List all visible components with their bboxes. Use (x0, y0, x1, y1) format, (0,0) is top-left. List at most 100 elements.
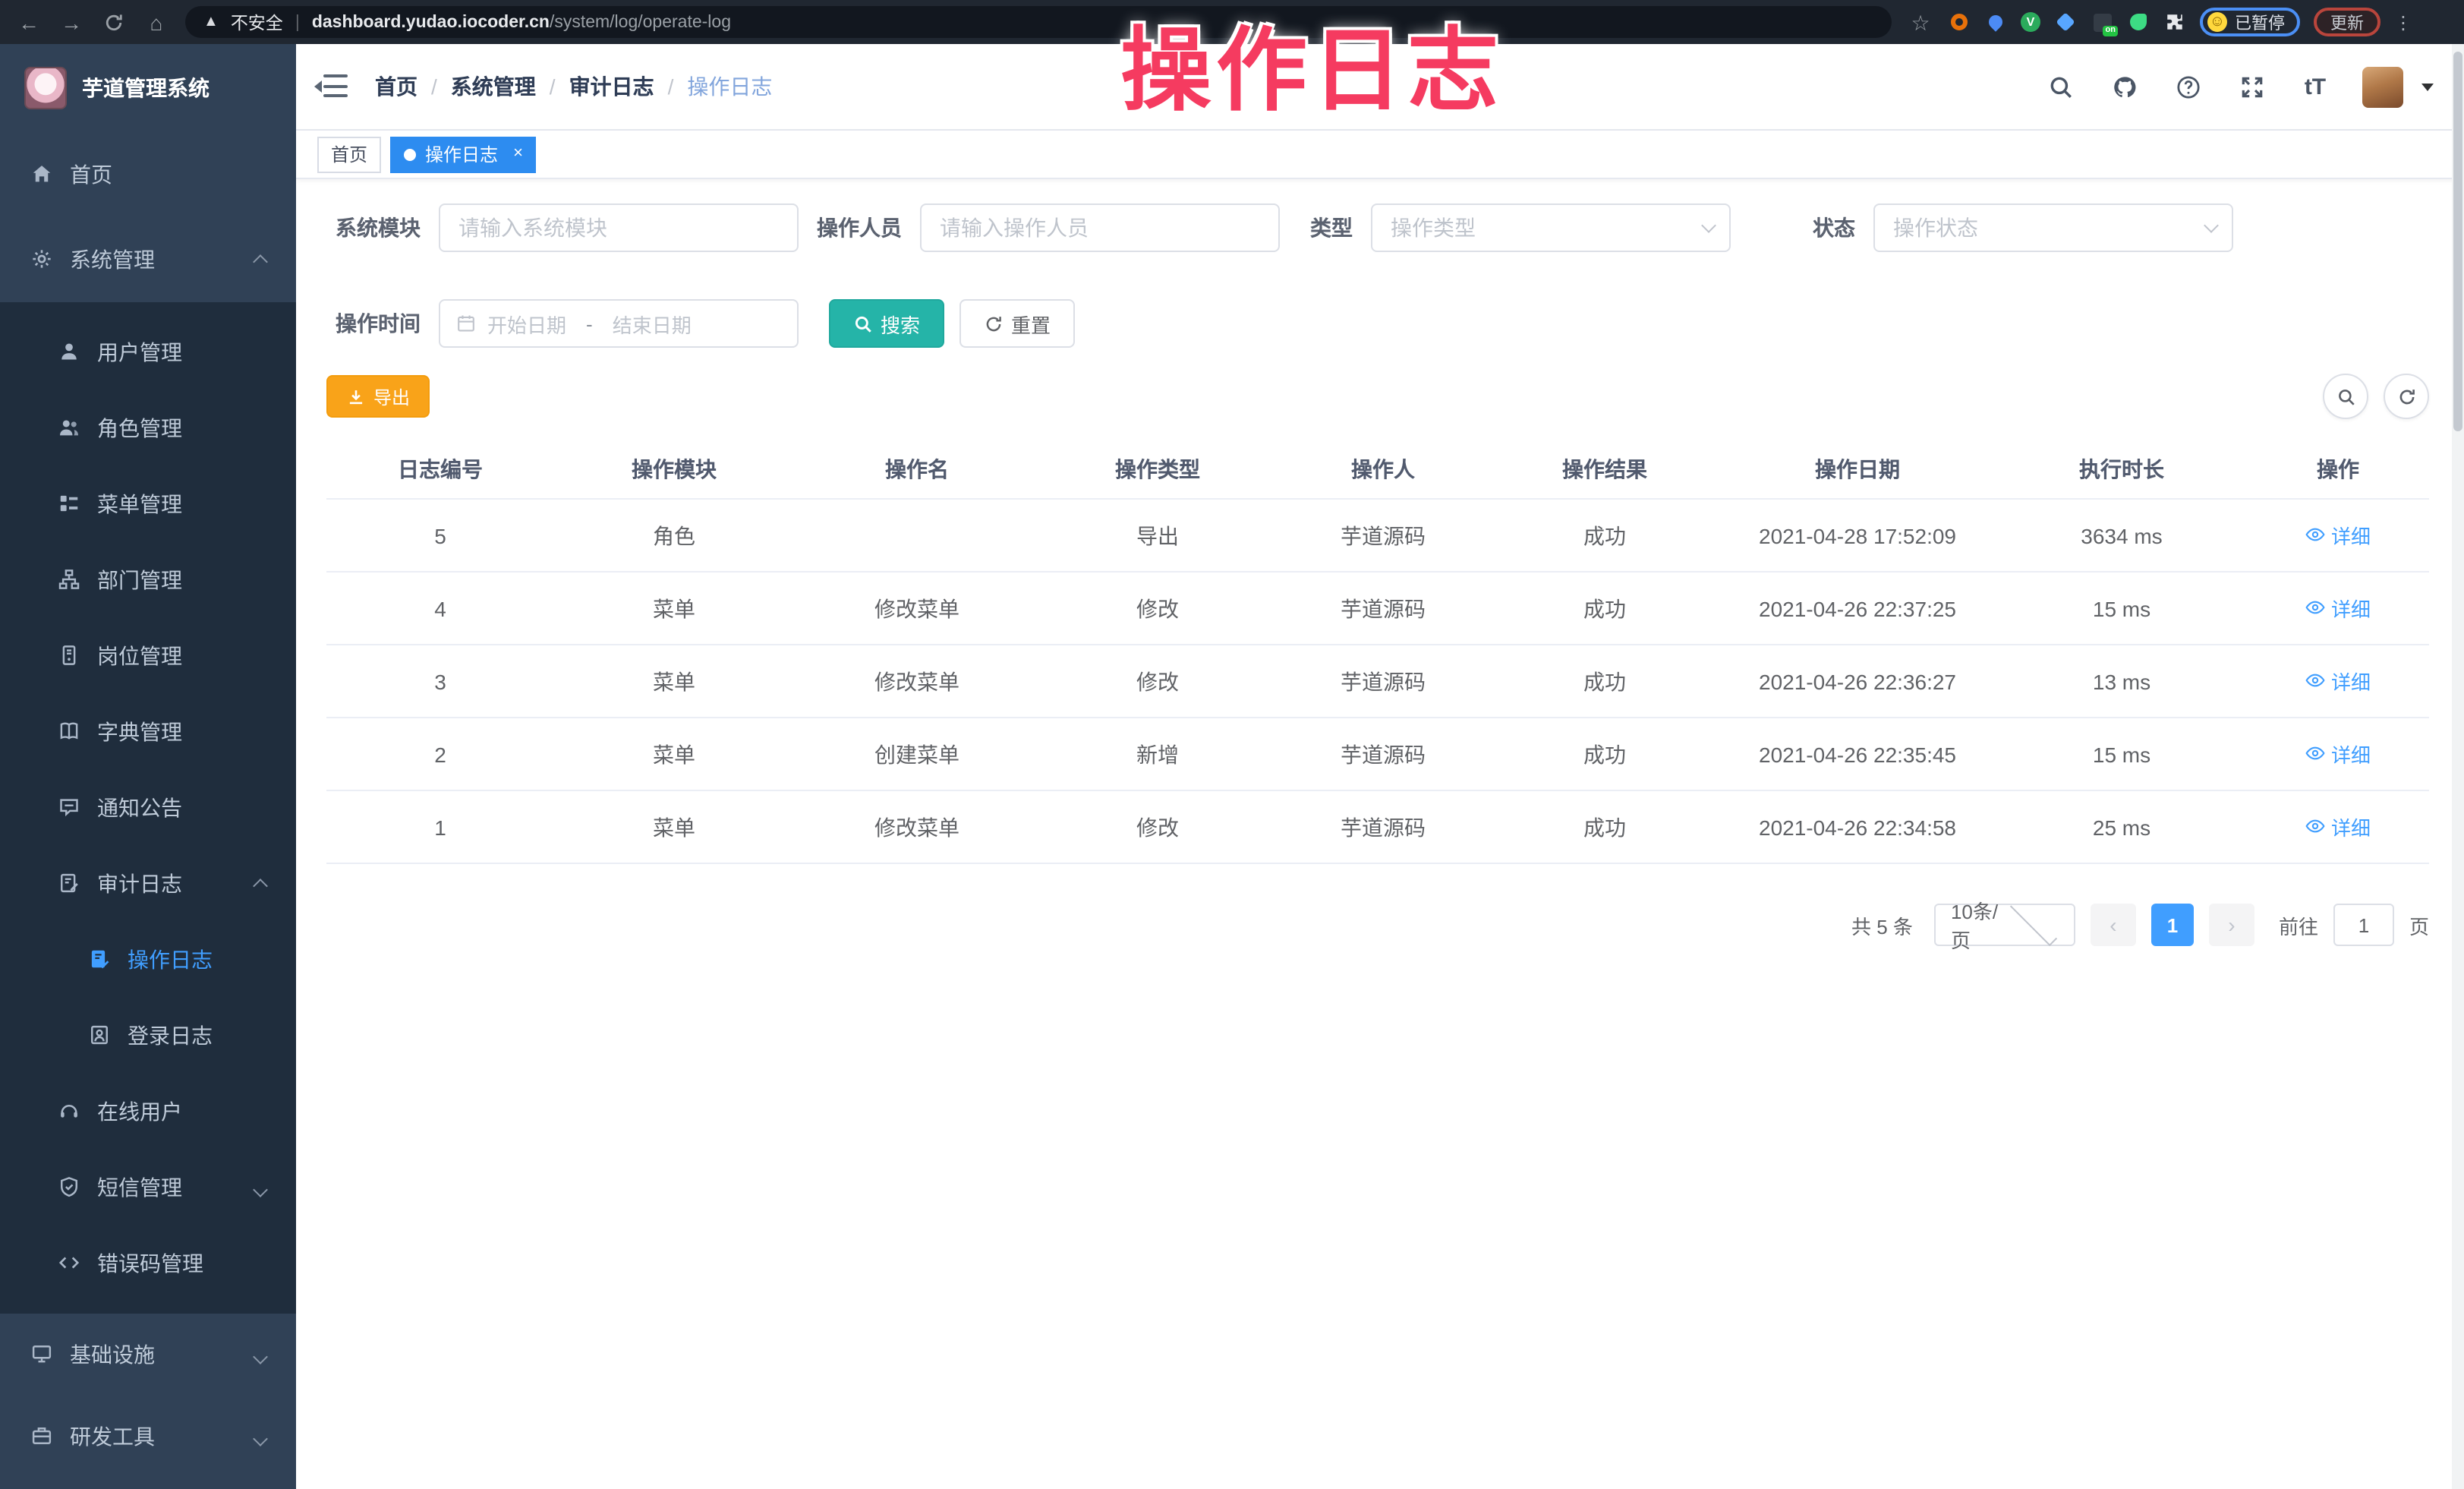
url-domain: dashboard.yudao.iocoder.cn (312, 13, 550, 31)
module-input[interactable] (439, 203, 799, 252)
paused-extension-badge[interactable]: ☺ 已暂停 (2200, 8, 2300, 36)
time-label: 操作时间 (326, 308, 421, 339)
caret-down-icon[interactable] (2421, 83, 2434, 90)
calendar-icon (455, 313, 477, 334)
chevron-up-icon (255, 872, 266, 896)
address-bar[interactable]: ▲ 不安全 | dashboard.yudao.iocoder.cn/syste… (185, 6, 1892, 38)
operation-cell: 详细 (2247, 572, 2429, 645)
code-icon (58, 1251, 82, 1276)
font-size-icon[interactable]: tT (2299, 70, 2332, 103)
prev-page-button[interactable]: ‹ (2091, 904, 2136, 946)
sidebar-item-operate-log[interactable]: 操作日志 (0, 922, 296, 998)
page-number-button[interactable]: 1 (2151, 904, 2194, 946)
browser-home-icon[interactable]: ⌂ (143, 8, 170, 36)
puzzle-extensions-icon[interactable] (2163, 11, 2186, 33)
type-select[interactable]: 操作类型 (1371, 203, 1731, 252)
fullscreen-icon[interactable] (2235, 70, 2268, 103)
roles-icon (58, 416, 82, 440)
detail-link[interactable]: 详细 (2305, 521, 2371, 550)
sidebar-item-role-management[interactable]: 角色管理 (0, 390, 296, 466)
scrollbar-thumb[interactable] (2453, 52, 2462, 431)
date-range-picker[interactable]: 开始日期 - 结束日期 (439, 299, 799, 348)
sidebar-collapse-icon[interactable] (317, 74, 348, 99)
github-icon[interactable] (2107, 70, 2141, 103)
table-cell: 1 (326, 790, 554, 863)
breadcrumb-item[interactable]: 首页 (375, 71, 417, 102)
type-label: 类型 (1301, 213, 1353, 243)
browser-menu-icon[interactable]: ⋮ (2394, 13, 2412, 31)
breadcrumb-item[interactable]: 审计日志 (569, 71, 654, 102)
blue-gem-extension-icon[interactable] (2054, 11, 2077, 33)
sidebar-item-menu-management[interactable]: 菜单管理 (0, 466, 296, 542)
sidebar-item-dict-management[interactable]: 字典管理 (0, 694, 296, 770)
notice-icon (58, 796, 82, 820)
operate-log-icon (88, 948, 112, 972)
sidebar-item-sms-management[interactable]: 短信管理 (0, 1150, 296, 1226)
sidebar-item-label: 系统管理 (70, 244, 155, 275)
dictionary-icon (58, 720, 82, 744)
table-cell: 修改菜单 (794, 645, 1040, 718)
sidebar-item-label: 在线用户 (97, 1096, 182, 1127)
detail-link[interactable]: 详细 (2305, 594, 2371, 623)
green-leaf-extension-icon[interactable] (2127, 11, 2150, 33)
close-icon[interactable]: × (513, 146, 523, 162)
reset-button[interactable]: 重置 (959, 299, 1075, 348)
detail-link[interactable]: 详细 (2305, 740, 2371, 768)
refresh-icon[interactable] (2384, 374, 2429, 419)
pagination: 共 5 条 10条/页 ‹ 1 › 前往 页 (296, 904, 2429, 946)
toggle-search-icon[interactable] (2323, 374, 2368, 419)
back-arrow-icon[interactable]: ← (15, 8, 43, 36)
table-cell: 芋道源码 (1275, 718, 1491, 790)
sidebar-item-login-log[interactable]: 登录日志 (0, 998, 296, 1074)
tag-active[interactable]: 操作日志× (390, 136, 537, 172)
status-select[interactable]: 操作状态 (1873, 203, 2233, 252)
app-logo-image (24, 67, 67, 109)
column-header: 操作人 (1275, 440, 1491, 499)
breadcrumb-item[interactable]: 系统管理 (451, 71, 536, 102)
sidebar-item-label: 错误码管理 (97, 1248, 203, 1279)
column-header: 日志编号 (326, 440, 554, 499)
sidebar-item-notice[interactable]: 通知公告 (0, 770, 296, 846)
page-suffix: 页 (2409, 910, 2429, 939)
user-avatar[interactable] (2362, 66, 2403, 107)
menu-list-icon (58, 492, 82, 516)
help-icon[interactable] (2171, 70, 2204, 103)
chevron-up-icon (255, 248, 266, 272)
chevron-down-icon (1701, 218, 1716, 233)
page-size-select[interactable]: 10条/页 (1934, 904, 2075, 946)
bookmark-star-icon[interactable]: ☆ (1907, 8, 1934, 36)
sidebar-item-post-management[interactable]: 岗位管理 (0, 618, 296, 694)
online-users-icon (58, 1099, 82, 1124)
sidebar-item-online-users[interactable]: 在线用户 (0, 1074, 296, 1150)
goto-page-input[interactable] (2333, 904, 2394, 946)
location-pin-extension-icon[interactable] (1984, 11, 2007, 33)
column-header: 操作模块 (554, 440, 794, 499)
on-badge-extension-icon[interactable]: on (2091, 11, 2113, 33)
search-icon[interactable] (2043, 70, 2077, 103)
gear-icon (30, 248, 55, 272)
table-cell: 成功 (1491, 790, 1719, 863)
detail-link-label: 详细 (2331, 740, 2371, 768)
detail-link[interactable]: 详细 (2305, 667, 2371, 696)
sidebar-item-system-management[interactable]: 系统管理 (0, 217, 296, 302)
sidebar-item-infrastructure[interactable]: 基础设施 (0, 1314, 296, 1396)
sidebar-item-user-management[interactable]: 用户管理 (0, 314, 296, 390)
sidebar-item-department-management[interactable]: 部门管理 (0, 542, 296, 618)
search-button[interactable]: 搜索 (829, 299, 944, 348)
next-page-button[interactable]: › (2209, 904, 2254, 946)
green-v-extension-icon[interactable]: V (2021, 12, 2040, 32)
sidebar-item-dev-tools[interactable]: 研发工具 (0, 1396, 296, 1478)
sidebar-item-audit-log[interactable]: 审计日志 (0, 846, 296, 922)
forward-arrow-icon[interactable]: → (58, 8, 85, 36)
browser-update-button[interactable]: 更新 (2314, 8, 2381, 36)
sidebar-item-error-code-management[interactable]: 错误码管理 (0, 1226, 296, 1301)
table-tools (2323, 374, 2429, 419)
detail-link[interactable]: 详细 (2305, 812, 2371, 841)
org-tree-icon (58, 568, 82, 592)
tag-item[interactable]: 首页 (317, 136, 381, 172)
sidebar-item-home[interactable]: 首页 (0, 132, 296, 217)
operator-input[interactable] (920, 203, 1280, 252)
reload-icon[interactable] (100, 8, 128, 36)
export-button[interactable]: 导出 (326, 375, 430, 418)
orange-ring-extension-icon[interactable] (1948, 11, 1971, 33)
